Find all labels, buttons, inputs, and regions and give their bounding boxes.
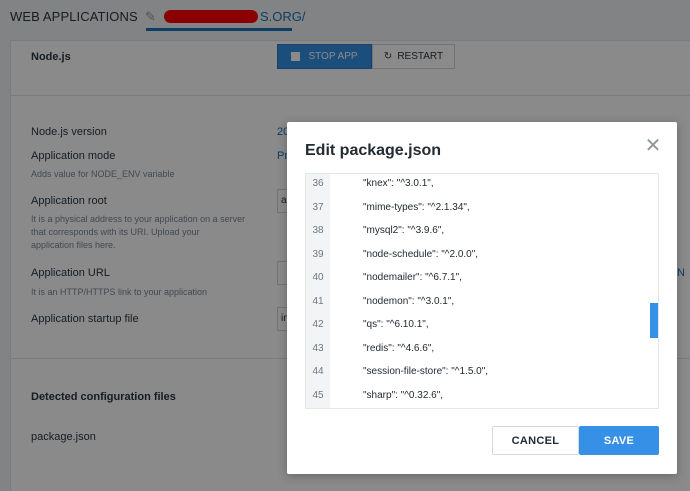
edit-file-modal: Edit package.json ✕ 36 "knex": "^3.0.1", 3… [287,122,677,474]
save-button[interactable]: SAVE [579,426,659,455]
code-line[interactable]: 38 "mysql2": "^3.9.6", [306,219,658,243]
code-editor[interactable]: 36 "knex": "^3.0.1", 37 "mime-types": "^2.1… [305,173,659,409]
code-line[interactable]: 40 "nodemailer": "^6.7.1", [306,266,658,290]
line-number: 36 [312,178,324,190]
line-text: "session-file-store": "^1.5.0", [363,366,489,378]
line-text: "redis": "^4.6.6", [363,342,435,354]
line-text: "nodemailer": "^6.7.1", [363,272,462,284]
line-number: 40 [312,272,324,284]
editor-scrollbar-thumb[interactable] [650,303,658,338]
editor-scrollbar[interactable] [650,174,658,408]
line-text: "node-schedule": "^2.0.0", [363,248,479,260]
line-number: 37 [312,201,324,213]
line-number: 44 [312,366,324,378]
line-number: 43 [312,342,324,354]
code-line[interactable]: 42 "qs": "^6.10.1", [306,313,658,337]
line-text: "qs": "^6.10.1", [363,319,429,331]
line-number: 39 [312,248,324,260]
line-text: "mime-types": "^2.1.34", [363,201,470,213]
code-line[interactable]: 39 "node-schedule": "^2.0.0", [306,243,658,267]
line-text: "mysql2": "^3.9.6", [363,225,445,237]
line-number: 42 [312,319,324,331]
code-lines: 36 "knex": "^3.0.1", 37 "mime-types": "^2.1… [306,174,658,408]
line-text: "sharp": "^0.32.6", [363,389,444,401]
code-line[interactable]: 44 "session-file-store": "^1.5.0", [306,360,658,384]
close-icon[interactable]: ✕ [643,136,663,156]
line-text: "knex": "^3.0.1", [363,178,434,190]
code-line[interactable]: 43 "redis": "^4.6.6", [306,337,658,361]
code-line[interactable]: 41 "nodemon": "^3.0.1", [306,290,658,314]
line-number: 45 [312,389,324,401]
cancel-button[interactable]: CANCEL [492,426,579,455]
line-number: 38 [312,225,324,237]
modal-title: Edit package.json [305,142,442,159]
code-line[interactable]: 37 "mime-types": "^2.1.34", [306,196,658,220]
code-line[interactable]: 45 "sharp": "^0.32.6", [306,384,658,408]
line-text: "nodemon": "^3.0.1", [363,295,455,307]
line-number: 41 [312,295,324,307]
code-line[interactable]: 36 "knex": "^3.0.1", [306,174,658,196]
